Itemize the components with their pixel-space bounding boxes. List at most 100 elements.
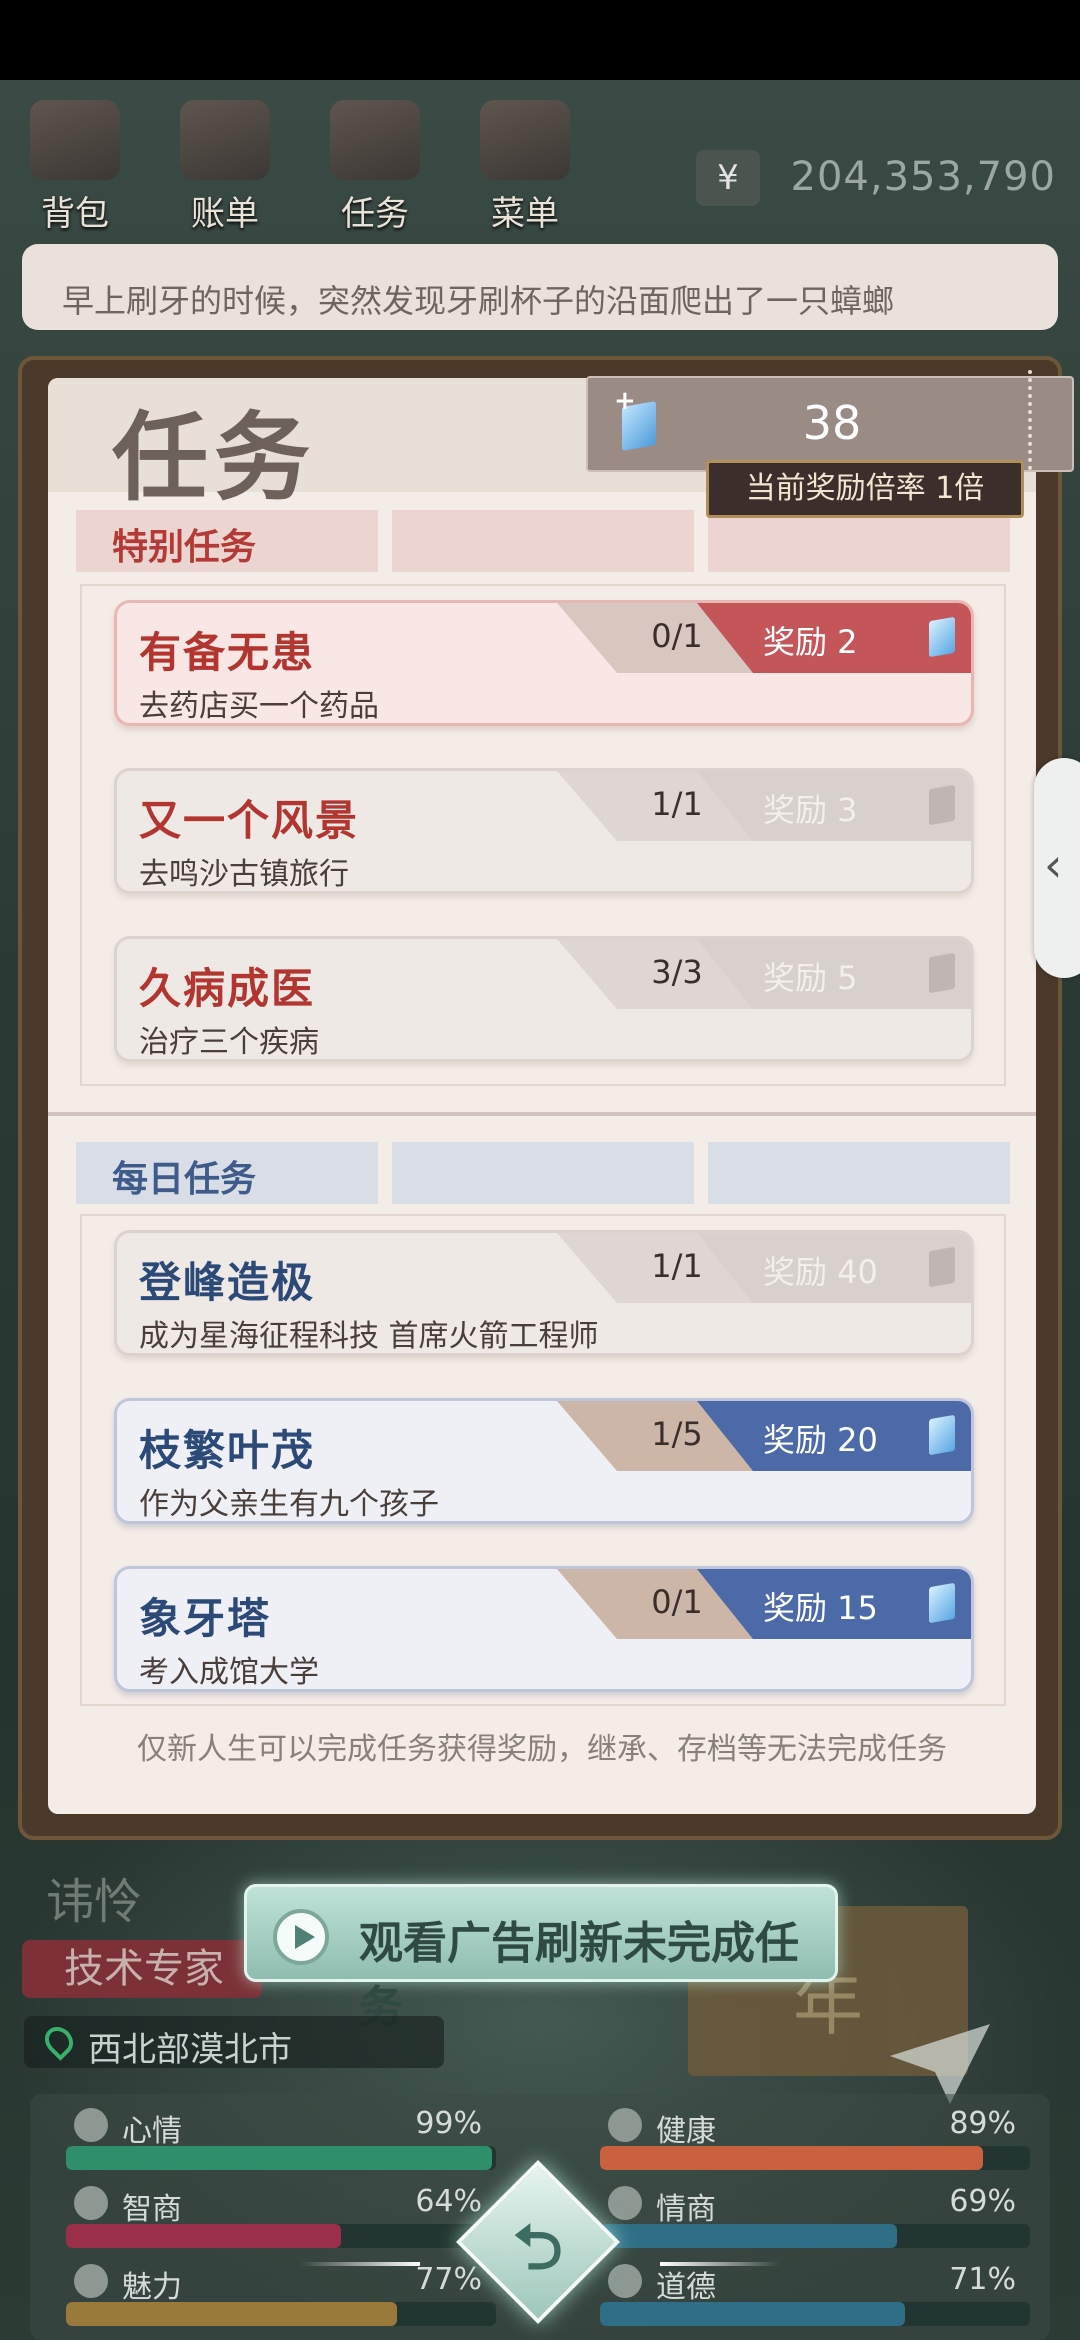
top-bar: 背包 账单 任务 菜单 ¥ 204,353,790 bbox=[0, 80, 1080, 240]
points-box: + 38 bbox=[586, 376, 1074, 472]
stat-bar bbox=[66, 2146, 496, 2170]
dotted-divider bbox=[1028, 370, 1034, 470]
task-card[interactable]: 枝繁叶茂 作为父亲生有九个孩子 1/5 奖励 20 bbox=[114, 1398, 974, 1524]
character-role: 技术专家 bbox=[22, 1940, 262, 1998]
task-desc: 作为父亲生有九个孩子 bbox=[139, 1487, 439, 1522]
task-name: 有备无患 bbox=[139, 628, 316, 677]
story-text-strip: 早上刷牙的时候，突然发现牙刷杯子的沿面爬出了一只蟑螂 bbox=[22, 244, 1058, 330]
stat-fill bbox=[66, 2146, 492, 2170]
stat-label: 智商 bbox=[122, 2192, 182, 2227]
stat-value: 64% bbox=[415, 2184, 482, 2219]
stat-value: 89% bbox=[949, 2106, 1016, 2141]
location-text: 西北部漠北市 bbox=[88, 2030, 292, 2070]
status-bar bbox=[0, 0, 1080, 80]
stat-bar bbox=[600, 2146, 1030, 2170]
task-footnote: 仅新人生可以完成任务获得奖励，继承、存档等无法完成任务 bbox=[137, 1732, 947, 1767]
stat-label: 情商 bbox=[656, 2192, 716, 2227]
location-bar: 西北部漠北市 bbox=[24, 2016, 444, 2070]
task-desc: 去药店买一个药品 bbox=[139, 689, 379, 724]
stat-charm: 魅力 77% bbox=[60, 2262, 496, 2332]
task-card[interactable]: 象牙塔 考入成馆大学 0/1 奖励 15 bbox=[114, 1566, 974, 1692]
character-name: 讳怜 bbox=[46, 1874, 143, 1930]
stat-bar bbox=[66, 2302, 496, 2326]
watch-ad-refresh-button[interactable]: 观看广告刷新未完成任务 bbox=[244, 1884, 838, 2033]
location-pin-icon bbox=[39, 2021, 79, 2061]
bill-button[interactable]: 账单 bbox=[160, 100, 290, 234]
special-tab-label: 特别任务 bbox=[112, 527, 257, 568]
menu-icon bbox=[480, 100, 570, 180]
section-divider bbox=[48, 1112, 1036, 1116]
menu-label: 菜单 bbox=[491, 194, 559, 234]
stat-iq: 智商 64% bbox=[60, 2184, 496, 2254]
task-card[interactable]: 又一个风景 去鸣沙古镇旅行 1/1 奖励 3 bbox=[114, 768, 974, 894]
stat-value: 77% bbox=[415, 2262, 482, 2297]
sparkle-line bbox=[660, 2262, 780, 2266]
money-display: ¥ 204,353,790 bbox=[696, 146, 1056, 216]
tab-daily-tasks[interactable]: 每日任务 bbox=[76, 1142, 378, 1204]
chevron-left-icon: ‹ bbox=[1044, 838, 1063, 892]
gem-icon bbox=[929, 1582, 955, 1624]
reward-multiplier: 当前奖励倍率 1倍 bbox=[706, 460, 1024, 518]
stat-label: 健康 bbox=[656, 2114, 716, 2149]
heart-icon bbox=[608, 2108, 642, 2142]
task-reward-text: 奖励 2 bbox=[763, 623, 858, 661]
task-name: 象牙塔 bbox=[139, 1594, 272, 1643]
yen-icon: ¥ bbox=[696, 150, 760, 206]
task-desc: 治疗三个疾病 bbox=[139, 1025, 319, 1060]
stat-morality: 道德 71% bbox=[594, 2262, 1030, 2332]
stat-eq: 情商 69% bbox=[594, 2184, 1030, 2254]
bill-label: 账单 bbox=[191, 194, 259, 234]
task-button[interactable]: 任务 bbox=[310, 100, 440, 234]
bill-icon bbox=[180, 100, 270, 180]
task-name: 又一个风景 bbox=[139, 796, 360, 845]
task-card[interactable]: 久病成医 治疗三个疾病 3/3 奖励 5 bbox=[114, 936, 974, 1062]
tab-placeholder bbox=[708, 1142, 1010, 1204]
task-reward-text: 奖励 20 bbox=[763, 1421, 878, 1459]
sparkle-line bbox=[300, 2262, 420, 2266]
tab-placeholder bbox=[392, 1142, 694, 1204]
bag-button[interactable]: 背包 bbox=[10, 100, 140, 234]
task-reward-text: 奖励 15 bbox=[763, 1589, 878, 1627]
task-icon bbox=[330, 100, 420, 180]
tab-placeholder bbox=[708, 510, 1010, 572]
task-desc: 去鸣沙古镇旅行 bbox=[139, 857, 349, 892]
task-label: 任务 bbox=[341, 194, 409, 234]
bag-icon bbox=[30, 100, 120, 180]
sparkle-icon bbox=[74, 2264, 108, 2298]
stat-fill bbox=[600, 2302, 906, 2326]
menu-button[interactable]: 菜单 bbox=[460, 100, 590, 234]
bag-label: 背包 bbox=[41, 194, 109, 234]
task-name: 登峰造极 bbox=[139, 1258, 316, 1307]
smile-icon bbox=[74, 2108, 108, 2142]
dialog-title: 任务 bbox=[112, 402, 316, 514]
task-card[interactable]: 有备无患 去药店买一个药品 0/1 奖励 2 bbox=[114, 600, 974, 726]
stat-bar bbox=[600, 2224, 1030, 2248]
task-card[interactable]: 登峰造极 成为星海征程科技 首席火箭工程师 1/1 奖励 40 bbox=[114, 1230, 974, 1356]
task-dialog: 任务 特别任务 有备无患 去药店买一个药品 0/1 奖励 2 又一个风景 去鸣沙… bbox=[48, 378, 1036, 1814]
side-drawer-handle[interactable]: ‹ bbox=[1034, 758, 1080, 978]
points-value: 38 bbox=[802, 396, 862, 450]
scale-icon bbox=[608, 2264, 642, 2298]
apple-icon bbox=[608, 2186, 642, 2220]
task-name: 久病成医 bbox=[139, 964, 316, 1013]
special-tasks-header: 特别任务 bbox=[76, 510, 1010, 572]
stat-fill bbox=[66, 2224, 342, 2248]
stat-bar bbox=[66, 2224, 496, 2248]
stat-label: 魅力 bbox=[122, 2270, 182, 2305]
story-text: 早上刷牙的时候，突然发现牙刷杯子的沿面爬出了一只蟑螂 bbox=[62, 282, 895, 320]
return-icon: ⮌ bbox=[513, 2210, 563, 2284]
gem-icon bbox=[929, 616, 955, 658]
tab-special-tasks[interactable]: 特别任务 bbox=[76, 510, 378, 572]
task-reward-text: 奖励 40 bbox=[763, 1253, 878, 1291]
task-name: 枝繁叶茂 bbox=[139, 1426, 316, 1475]
stat-label: 心情 bbox=[122, 2114, 182, 2149]
stat-bar bbox=[600, 2302, 1030, 2326]
daily-tab-label: 每日任务 bbox=[112, 1159, 257, 1200]
bulb-icon bbox=[74, 2186, 108, 2220]
task-reward-text: 奖励 5 bbox=[763, 959, 858, 997]
stat-mood: 心情 99% bbox=[60, 2106, 496, 2176]
gem-icon bbox=[929, 1246, 955, 1288]
money-amount: 204,353,790 bbox=[790, 154, 1056, 200]
task-desc: 考入成馆大学 bbox=[139, 1655, 319, 1690]
task-desc: 成为星海征程科技 首席火箭工程师 bbox=[139, 1319, 599, 1354]
